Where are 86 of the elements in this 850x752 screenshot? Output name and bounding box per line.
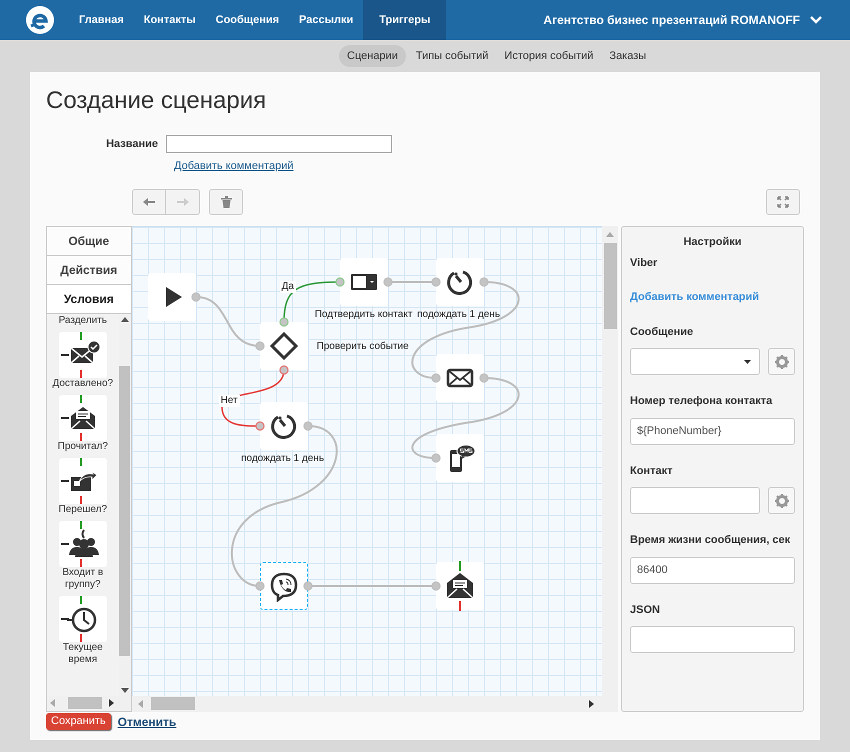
palette-tile[interactable] [58,394,107,440]
diagram-canvas[interactable]: Да Подтвердить контакт подождать 1 день Проверить событие Нет подождать 1 день [132,226,602,696]
palette-tile[interactable] [58,596,107,642]
diagram-node[interactable] [148,272,196,320]
chevron-down-icon[interactable] [810,16,822,24]
nav-link[interactable]: Рассылки [289,0,364,40]
check-icon [268,330,300,362]
palette-tile[interactable] [58,520,107,566]
subnav-tab[interactable]: История событий [498,44,600,68]
connector-label: Нет [218,394,240,406]
palette-item-label: Разделить [58,314,108,326]
nav-link[interactable]: Главная [69,0,134,40]
palette-tab[interactable]: Действия [47,256,131,284]
diagram-node[interactable] [436,258,484,306]
scroll-thumb[interactable] [119,366,130,656]
node-type: Viber [630,256,658,270]
scroll-up-icon[interactable] [120,316,129,322]
palette-item-label: Прочитал? [56,440,109,452]
logo-icon[interactable] [25,5,55,35]
gear-icon [774,354,788,368]
palette-tab[interactable]: Условия [47,284,131,314]
hscroll-thumb[interactable] [68,697,102,709]
name-label: Название [105,136,159,152]
diagram-node[interactable] [260,562,308,610]
palette-item-label: Текущее время [62,642,104,666]
undo-button[interactable] [132,188,166,214]
save-button[interactable]: Сохранить [46,713,111,730]
redo-icon [176,196,190,206]
trash-icon [220,196,232,208]
text-input[interactable]: 86400 [630,556,795,584]
diagram-node[interactable] [436,434,484,482]
subnav-tab[interactable]: Типы событий [410,44,494,68]
caret-icon [744,360,751,364]
connector-label: Да [280,280,296,292]
diagram-node[interactable] [340,258,388,306]
page-title: Создание сценария [46,86,268,116]
scroll-right-icon[interactable] [589,700,594,708]
scroll-left-icon[interactable] [138,700,143,708]
palette-tile[interactable] [58,332,107,378]
delete-button[interactable] [209,188,243,214]
palette-item-label: Входит в группу? [61,566,104,590]
add-comment-link[interactable]: Добавить комментарий [174,158,294,174]
nav-link[interactable]: Контакты [134,0,206,40]
subnav-tab[interactable]: Заказы [603,44,652,68]
undo-icon [142,196,156,206]
diagram-node[interactable] [260,402,308,450]
palette-tab[interactable]: Общие [47,226,131,256]
scroll-down-icon[interactable] [120,688,129,692]
canvas-hscrollbar[interactable] [132,696,618,712]
palette-item-label: Перешел? [58,504,108,516]
subnav-tab[interactable]: Сценарии [339,44,406,68]
node-label: подождать 1 день [241,452,324,464]
field-label: Время жизни сообщения, сек [630,533,792,548]
text-input[interactable]: ${PhoneNumber} [630,418,795,444]
text-input[interactable] [630,626,795,653]
node-label: подождать 1 день [417,308,500,320]
canvas-scrollbar[interactable] [602,226,618,696]
field-label: Контакт [630,464,674,478]
diagram-node[interactable] [260,322,308,370]
palette-tile[interactable] [58,458,107,504]
nav-link[interactable]: Триггеры [363,0,446,40]
redo-button[interactable] [166,188,200,214]
scroll-right-icon[interactable] [109,699,114,707]
settings-button[interactable] [768,487,795,514]
node-label: Подтвердить контакт [314,308,412,320]
name-input[interactable] [166,135,392,153]
scroll-left-icon[interactable] [50,699,55,707]
field-label: JSON [630,602,661,618]
field-label: Номер телефона контакта [630,394,774,409]
diagram-node[interactable] [436,562,484,610]
gear-icon [774,494,788,508]
nav-link[interactable]: Сообщения [206,0,290,40]
account-name[interactable]: Агентство бизнес презентаций ROMANOFF [543,11,800,29]
cancel-link[interactable]: Отменить [118,712,176,730]
diagram-node[interactable] [436,354,484,402]
scroll-thumb[interactable] [604,242,616,328]
settings-button[interactable] [768,348,795,375]
settings-title: Настройки [682,234,743,248]
hscroll-thumb[interactable] [150,697,195,710]
fullscreen-button[interactable] [766,188,800,214]
message-select[interactable] [630,348,760,375]
text-input[interactable] [630,487,760,514]
node-label: Проверить событие [316,340,409,352]
expand-icon [777,196,789,208]
palette-item-label: Доставлено? [51,378,114,390]
field-label: Сообщение [630,324,694,340]
